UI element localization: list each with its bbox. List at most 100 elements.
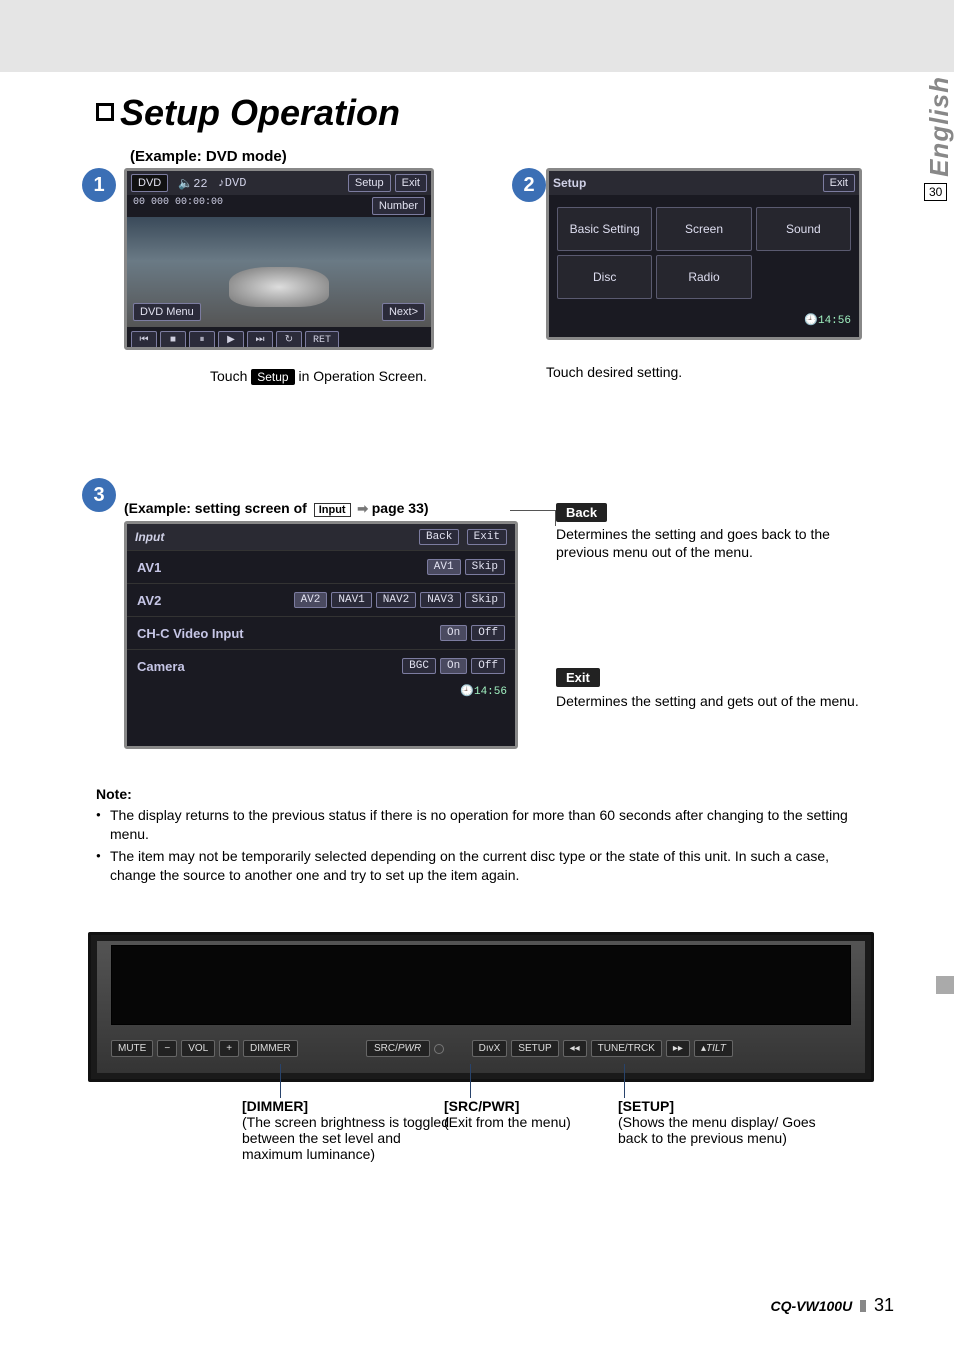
callout-dimmer: [DIMMER] (The screen brightness is toggl… (242, 1098, 452, 1162)
av2-nav1-button[interactable]: NAV1 (331, 592, 371, 608)
step3-heading: (Example: setting screen of Input ➡ page… (124, 500, 429, 517)
dvd-video-area: DVD Menu Next> (127, 217, 431, 327)
hollow-square-icon (96, 103, 114, 121)
play-button[interactable]: ▶ (218, 331, 244, 349)
back-description: Determines the setting and goes back to … (556, 526, 856, 561)
callout-dimmer-heading: [DIMMER] (242, 1098, 452, 1114)
src-pwr-hw-button[interactable]: SRC/PWR (366, 1040, 430, 1057)
camera-off-button[interactable]: Off (471, 658, 505, 674)
page-footer: CQ-VW100U 31 (771, 1295, 895, 1316)
tune-trck-label: TUNE/TRCK (591, 1040, 662, 1057)
language-label: English (924, 76, 954, 177)
camera-label: Camera (137, 659, 185, 674)
input-settings-screen: Input Back Exit AV1 AV1 Skip AV2 AV2 NAV… (124, 521, 518, 749)
note-heading: Note: (96, 786, 876, 802)
source-label: DVD (131, 174, 168, 192)
basic-setting-tile[interactable]: Basic Setting (557, 207, 652, 251)
callout-src-text: (Exit from the menu) (444, 1114, 606, 1130)
mute-hw-button[interactable]: MUTE (111, 1040, 153, 1057)
vol-up-hw-button[interactable]: + (219, 1040, 239, 1057)
exit-button[interactable]: Exit (395, 174, 427, 192)
ir-sensor-icon (434, 1044, 444, 1054)
inline-input-chip: Input (314, 503, 351, 517)
exit-tag: Exit (556, 668, 600, 687)
chc-off-button[interactable]: Off (471, 625, 505, 641)
vol-down-hw-button[interactable]: − (157, 1040, 177, 1057)
dvd-top-bar: DVD 🔈22 ♪DVD Setup Exit (127, 171, 431, 195)
setup-hw-button[interactable]: SETUP (511, 1040, 558, 1057)
thumb-index-mark (936, 976, 954, 994)
input-title: Input (135, 530, 164, 544)
exit-description: Determines the setting and gets out of t… (556, 693, 876, 711)
inline-setup-chip: Setup (251, 369, 294, 385)
tilt-hw-button[interactable]: ▴TILT (694, 1040, 733, 1057)
callout-src-heading: [SRC/PWR] (444, 1098, 606, 1114)
skip-fwd-button[interactable]: ⏭ (247, 331, 273, 349)
divx-hw-button[interactable]: DıvX (472, 1040, 508, 1057)
transport-controls: ⏮ ■ ⏸ ▶ ⏭ ↻ RET (127, 327, 431, 350)
next-page-button[interactable]: Next> (382, 303, 425, 321)
side-tab: English 30 (924, 76, 954, 201)
setup-menu-screen: Setup Exit Basic Setting Screen Sound Di… (546, 168, 862, 340)
input-clock: 🕘14:56 (127, 682, 515, 702)
setup-button[interactable]: Setup (348, 174, 391, 192)
disc-tile[interactable]: Disc (557, 255, 652, 299)
skip-back-button[interactable]: ⏮ (131, 331, 157, 349)
arrow-icon: ➡ (354, 501, 372, 516)
radio-tile[interactable]: Radio (656, 255, 751, 299)
stop-button[interactable]: ■ (160, 331, 186, 349)
back-tag: Back (556, 503, 607, 522)
note-item-2: The item may not be temporarily selected… (96, 847, 876, 885)
av2-nav3-button[interactable]: NAV3 (420, 592, 460, 608)
page-ref-box: 30 (924, 183, 947, 201)
setup-title: Setup (553, 176, 586, 190)
example-subtitle: (Example: DVD mode) (130, 148, 287, 165)
av2-nav2-button[interactable]: NAV2 (376, 592, 416, 608)
model-number: CQ-VW100U (771, 1298, 853, 1314)
top-grey-bar (0, 0, 954, 72)
step-1-badge: 1 (82, 168, 116, 202)
av2-av2-button[interactable]: AV2 (294, 592, 328, 608)
setup-exit-button[interactable]: Exit (823, 174, 855, 192)
note-block: Note: The display returns to the previou… (96, 786, 876, 888)
camera-bgc-button[interactable]: BGC (402, 658, 436, 674)
footer-bar-icon (860, 1300, 866, 1312)
callout-src: [SRC/PWR] (Exit from the menu) (444, 1098, 606, 1130)
screen-tile[interactable]: Screen (656, 207, 751, 251)
av1-skip-button[interactable]: Skip (465, 559, 505, 575)
step1-caption: Touch Setup in Operation Screen. (210, 368, 427, 385)
chc-label: CH-C Video Input (137, 626, 244, 641)
track-note-icon: ♪DVD (218, 176, 247, 190)
hardware-button-row: MUTE − VOL + DIMMER SRC/PWR DıvX SETUP ◂… (111, 1040, 851, 1057)
volume-readout: 🔈22 (178, 176, 207, 191)
number-button[interactable]: Number (372, 197, 425, 215)
callout-line-dimmer (280, 1064, 281, 1098)
callout-setup-text: (Shows the menu display/ Goes back to th… (618, 1114, 848, 1146)
ret-button[interactable]: RET (305, 331, 339, 349)
row-camera: Camera BGC On Off (127, 649, 515, 682)
repeat-button[interactable]: ↻ (276, 331, 302, 349)
sound-tile[interactable]: Sound (756, 207, 851, 251)
callout-dimmer-text: (The screen brightness is toggled betwee… (242, 1114, 452, 1162)
callout-setup-heading: [SETUP] (618, 1098, 848, 1114)
tune-next-hw-button[interactable]: ▸▸ (666, 1040, 690, 1057)
row-av1: AV1 AV1 Skip (127, 550, 515, 583)
av1-av1-button[interactable]: AV1 (427, 559, 461, 575)
hardware-screen (111, 945, 851, 1025)
tune-prev-hw-button[interactable]: ◂◂ (563, 1040, 587, 1057)
pause-button[interactable]: ⏸ (189, 331, 215, 349)
av2-skip-button[interactable]: Skip (465, 592, 505, 608)
note-item-1: The display returns to the previous stat… (96, 806, 876, 844)
row-chc: CH-C Video Input On Off (127, 616, 515, 649)
hardware-panel: MUTE − VOL + DIMMER SRC/PWR DıvX SETUP ◂… (88, 932, 874, 1082)
setup-clock: 🕘14:56 (549, 311, 859, 331)
dimmer-hw-button[interactable]: DIMMER (243, 1040, 298, 1057)
input-back-button[interactable]: Back (419, 529, 459, 545)
dvd-operation-screen: DVD 🔈22 ♪DVD Setup Exit 00 000 00:00:00 … (124, 168, 434, 350)
input-exit-button[interactable]: Exit (467, 529, 507, 545)
camera-on-button[interactable]: On (440, 658, 467, 674)
dvd-menu-button[interactable]: DVD Menu (133, 303, 201, 321)
step-2-badge: 2 (512, 168, 546, 202)
chc-on-button[interactable]: On (440, 625, 467, 641)
page-number: 31 (874, 1295, 894, 1315)
